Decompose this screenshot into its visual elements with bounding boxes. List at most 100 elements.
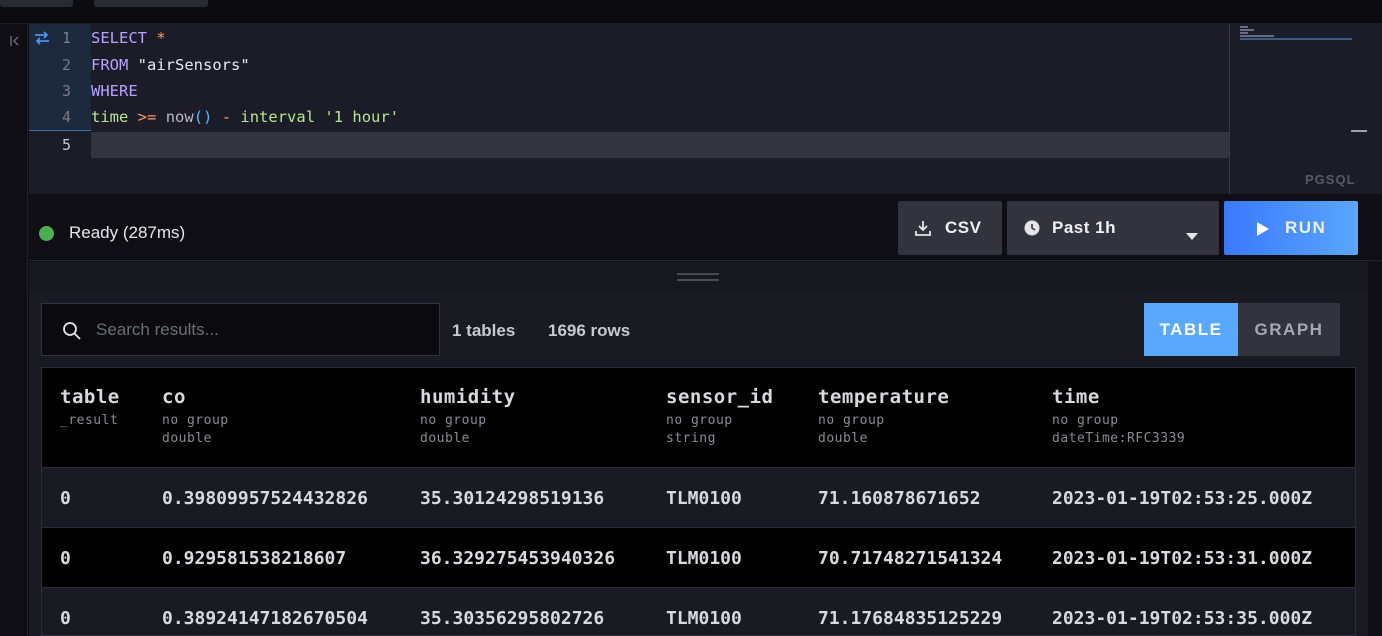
table-cell: 71.17684835125229 xyxy=(818,608,1003,629)
clock-icon xyxy=(1024,220,1040,241)
time-range-value: Past 1h xyxy=(1052,218,1116,237)
keyword: SELECT xyxy=(91,29,147,47)
table-row: 0 0.929581538218607 36.329275453940326 T… xyxy=(42,528,1355,588)
column-type: string xyxy=(666,431,716,446)
current-line-highlight xyxy=(91,132,1229,158)
minimap-line xyxy=(1240,35,1274,37)
table-header: table _result co no group double humidit… xyxy=(42,368,1355,468)
column-group: no group xyxy=(666,413,733,428)
status-indicator xyxy=(39,226,54,241)
table-cell: 35.30356295802726 xyxy=(420,608,605,629)
table-cell: TLM0100 xyxy=(666,488,742,509)
code-line-2[interactable]: FROM "airSensors" xyxy=(91,52,250,78)
table-cell: TLM0100 xyxy=(666,608,742,629)
query-editor[interactable]: 1 2 3 4 5 SELECT * FROM "airSensors" WHE… xyxy=(29,24,1382,194)
tables-count: 1 tables xyxy=(452,321,516,340)
search-icon xyxy=(62,321,82,341)
language-label: PGSQL xyxy=(1305,172,1356,187)
view-toggle: TABLE GRAPH xyxy=(1144,303,1340,356)
run-query-button[interactable]: RUN xyxy=(1224,201,1358,255)
code-area[interactable]: SELECT * FROM "airSensors" WHERE time >=… xyxy=(91,24,1229,194)
table-cell: 0.929581538218607 xyxy=(162,548,347,569)
table-cell: 2023-01-19T02:53:35.000Z xyxy=(1052,608,1313,629)
download-icon xyxy=(914,219,932,242)
results-table: table _result co no group double humidit… xyxy=(41,367,1356,636)
search-box[interactable] xyxy=(41,303,440,356)
csv-download-button[interactable]: CSV xyxy=(898,201,1002,255)
column-header[interactable]: co no group double xyxy=(162,386,229,448)
table-cell: 0 xyxy=(60,548,71,569)
line-number: 1 xyxy=(61,29,71,47)
table-view-button[interactable]: TABLE xyxy=(1144,303,1238,356)
minimap-viewport xyxy=(1240,38,1352,40)
column-type: double xyxy=(162,431,212,446)
line-number: 4 xyxy=(61,108,71,126)
caret-down-icon xyxy=(1186,225,1198,245)
column-header[interactable]: table _result xyxy=(60,386,120,430)
table-cell: TLM0100 xyxy=(666,548,742,569)
status-text: Ready (287ms) xyxy=(69,223,186,242)
scrollbar-marker xyxy=(1351,130,1367,132)
top-tab[interactable] xyxy=(0,0,73,7)
column-group: no group xyxy=(1052,413,1119,428)
line-number: 5 xyxy=(61,136,71,154)
function-name: now xyxy=(165,108,194,126)
column-group: _result xyxy=(60,413,119,428)
top-strip xyxy=(0,0,1382,24)
time-range-dropdown[interactable]: Past 1h xyxy=(1007,201,1219,255)
column-type: double xyxy=(818,431,868,446)
column-header[interactable]: time no group dateTime:RFC3339 xyxy=(1052,386,1185,448)
parentheses: () xyxy=(193,108,213,126)
table-cell: 71.160878671652 xyxy=(818,488,981,509)
top-tab[interactable] xyxy=(94,0,208,7)
table-cell: 0 xyxy=(60,488,71,509)
keyword: WHERE xyxy=(91,82,138,100)
grip-line xyxy=(677,279,719,281)
run-label: RUN xyxy=(1285,218,1327,237)
column-type: dateTime:RFC3339 xyxy=(1052,431,1186,446)
graph-view-button[interactable]: GRAPH xyxy=(1238,303,1340,356)
minimap[interactable] xyxy=(1229,24,1382,194)
query-toolbar: Ready (287ms) CSV Past 1h RUN xyxy=(29,194,1382,261)
column-name: table xyxy=(60,386,120,408)
code-line-3[interactable]: WHERE xyxy=(91,78,138,104)
panel-resize-handle[interactable] xyxy=(29,262,1368,290)
table-row: 0 0.38924147182670504 35.30356295802726 … xyxy=(42,588,1355,635)
column-header[interactable]: temperature no group double xyxy=(818,386,949,448)
column-name: co xyxy=(162,386,186,408)
table-cell: 0 xyxy=(60,608,71,629)
word-wrap-icon[interactable] xyxy=(33,30,51,46)
operator: * xyxy=(156,29,166,47)
table-cell: 2023-01-19T02:53:25.000Z xyxy=(1052,488,1313,509)
left-panel-gutter xyxy=(0,24,28,636)
column-name: humidity xyxy=(420,386,516,408)
line-number: 3 xyxy=(61,82,71,100)
code-line-4[interactable]: time >= now() - interval '1 hour' xyxy=(91,104,399,130)
grip-line xyxy=(677,273,719,275)
minimap-line xyxy=(1240,32,1248,34)
rows-count: 1696 rows xyxy=(548,321,631,340)
operator: - xyxy=(221,108,232,126)
column-name: temperature xyxy=(818,386,950,408)
table-cell: 0.39809957524432826 xyxy=(162,488,368,509)
keyword: interval xyxy=(240,108,316,126)
column-group: no group xyxy=(420,413,487,428)
code-line-1[interactable]: SELECT * xyxy=(91,25,166,51)
column-group: no group xyxy=(818,413,885,428)
operator: >= xyxy=(137,108,157,126)
identifier-string: "airSensors" xyxy=(137,56,250,74)
keyword: FROM xyxy=(91,56,129,74)
table-cell: 0.38924147182670504 xyxy=(162,608,368,629)
play-icon xyxy=(1257,221,1269,241)
csv-label: CSV xyxy=(945,218,982,237)
column-identifier: time xyxy=(91,108,129,126)
line-number-gutter: 1 2 3 4 5 xyxy=(29,24,91,194)
table-cell: 36.329275453940326 xyxy=(420,548,616,569)
minimap-line xyxy=(1240,26,1248,28)
string-literal: '1 hour' xyxy=(324,108,400,126)
column-header[interactable]: humidity no group double xyxy=(420,386,516,448)
search-input[interactable] xyxy=(96,315,426,345)
collapse-left-icon[interactable] xyxy=(8,34,22,48)
table-row: 0 0.39809957524432826 35.30124298519136 … xyxy=(42,468,1355,528)
column-header[interactable]: sensor_id no group string xyxy=(666,386,773,448)
